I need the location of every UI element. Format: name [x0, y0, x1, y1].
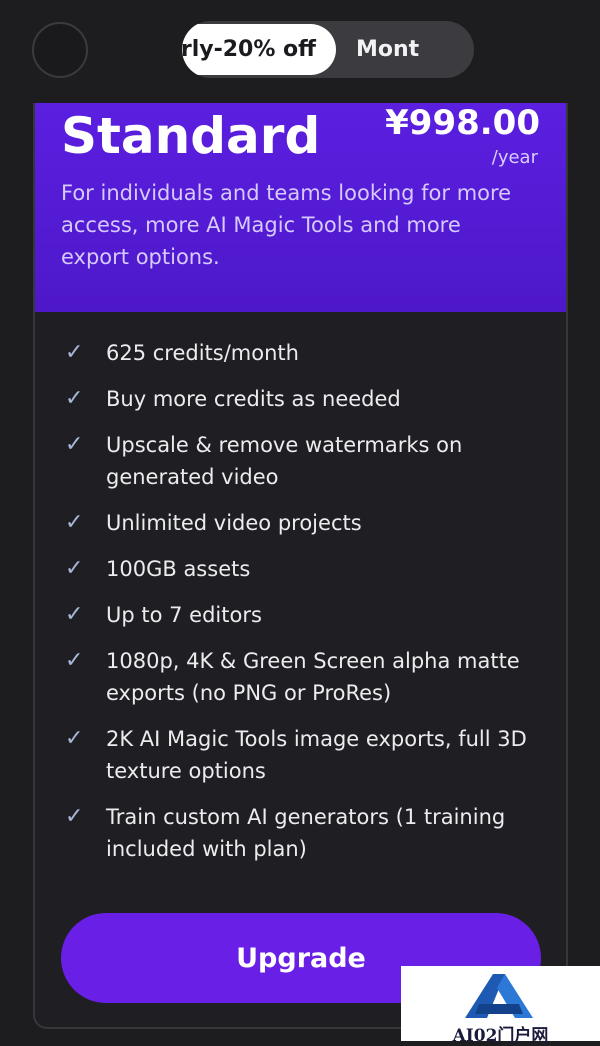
pricing-card: Standard ¥998.00 /year For individuals a…: [33, 103, 568, 1029]
plan-price: ¥998.00: [385, 103, 540, 143]
toggle-option-monthly[interactable]: Mont: [356, 21, 419, 78]
feature-item: ✓ Unlimited video projects: [65, 507, 560, 539]
feature-text: 1080p, 4K & Green Screen alpha matte exp…: [106, 649, 520, 705]
check-icon: ✓: [65, 804, 84, 829]
billing-period-toggle[interactable]: arly-20% off Mont: [182, 21, 474, 78]
check-icon: ✓: [65, 432, 84, 457]
feature-item: ✓ Up to 7 editors: [65, 599, 560, 631]
feature-text: 2K AI Magic Tools image exports, full 3D…: [106, 727, 527, 783]
watermark: AI02门户网: [401, 966, 600, 1046]
avatar[interactable]: [32, 22, 88, 78]
feature-text: 625 credits/month: [106, 341, 299, 365]
feature-text: Train custom AI generators (1 training i…: [106, 805, 506, 861]
plan-description: For individuals and teams looking for mo…: [61, 181, 512, 269]
feature-item: ✓ 2K AI Magic Tools image exports, full 3…: [65, 723, 560, 787]
watermark-text: AI02门户网: [452, 1026, 549, 1046]
feature-text: Buy more credits as needed: [106, 387, 401, 411]
feature-text: Upscale & remove watermarks on generated…: [106, 433, 463, 489]
check-icon: ✓: [65, 726, 84, 751]
feature-item: ✓ Buy more credits as needed: [65, 383, 560, 415]
feature-item: ✓ Upscale & remove watermarks on generate…: [65, 429, 560, 493]
check-icon: ✓: [65, 556, 84, 581]
check-icon: ✓: [65, 648, 84, 673]
feature-item: ✓ 100GB assets: [65, 553, 560, 585]
feature-item: ✓ Train custom AI generators (1 training …: [65, 801, 560, 865]
feature-text: 100GB assets: [106, 557, 251, 581]
feature-text: Up to 7 editors: [106, 603, 262, 627]
feature-item: ✓ 625 credits/month: [65, 337, 560, 369]
check-icon: ✓: [65, 340, 84, 365]
plan-period: /year: [491, 147, 538, 168]
check-icon: ✓: [65, 602, 84, 627]
watermark-logo-icon: [465, 974, 533, 1018]
toggle-option-yearly[interactable]: arly-20% off: [182, 24, 336, 75]
feature-item: ✓ 1080p, 4K & Green Screen alpha matte ex…: [65, 645, 560, 709]
feature-text: Unlimited video projects: [106, 511, 362, 535]
pricing-card-header: Standard ¥998.00 /year For individuals a…: [35, 103, 566, 312]
feature-list: ✓ 625 credits/month ✓ Buy more credits as …: [65, 337, 560, 879]
toggle-option-yearly-label: arly-20% off: [182, 37, 316, 62]
plan-name: Standard: [61, 107, 321, 165]
check-icon: ✓: [65, 510, 84, 535]
check-icon: ✓: [65, 386, 84, 411]
